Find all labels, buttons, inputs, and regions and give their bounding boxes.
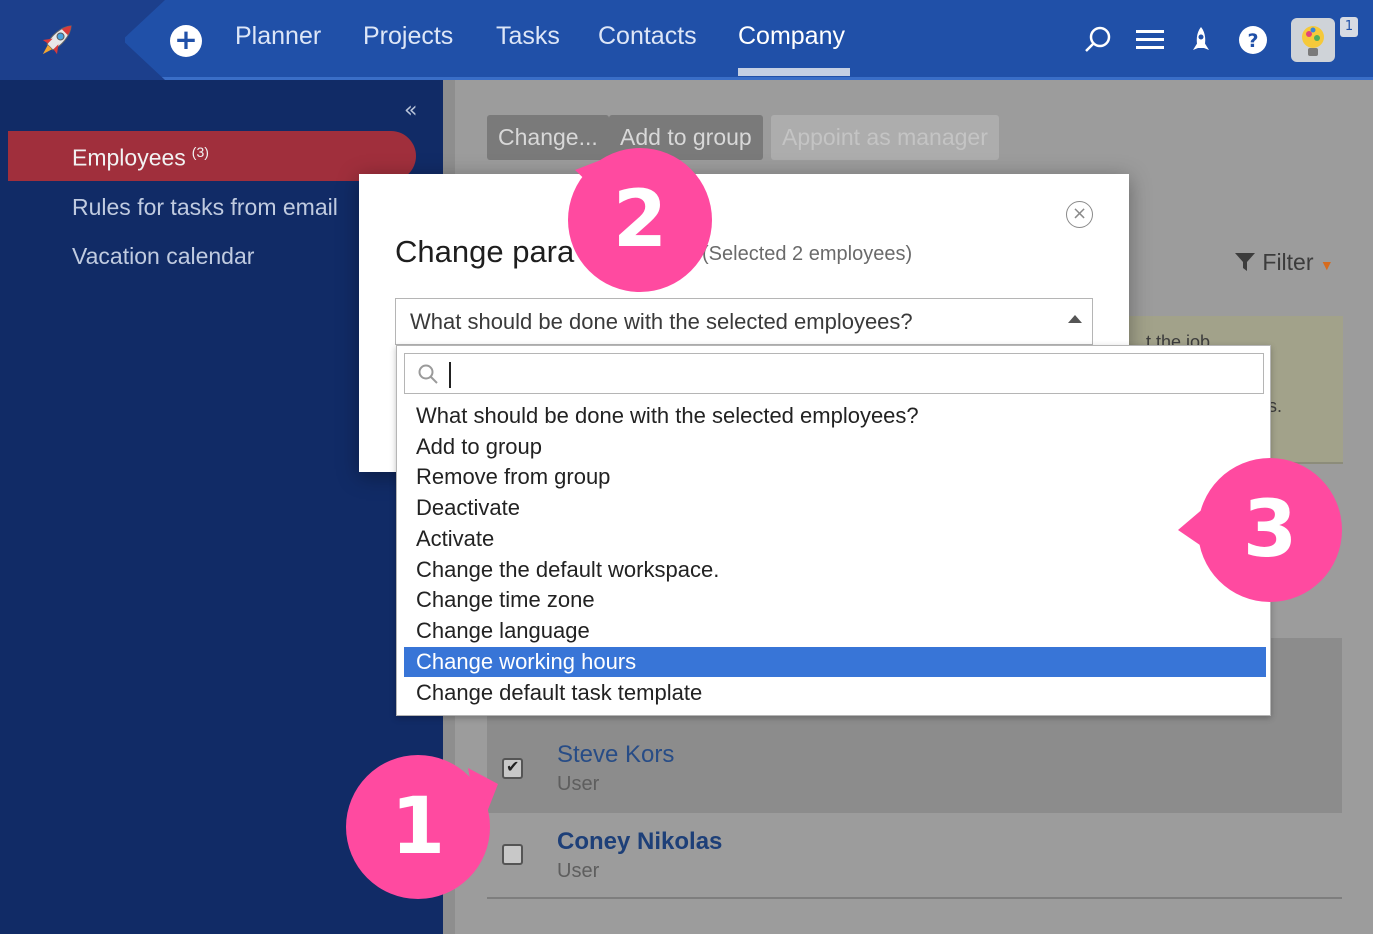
logo-arrow-shape <box>120 0 165 80</box>
dropdown-option[interactable]: Add to group <box>404 432 1266 462</box>
add-plus-icon[interactable]: + <box>170 25 202 57</box>
change-button[interactable]: Change... <box>487 115 609 160</box>
close-icon[interactable]: × <box>1066 201 1093 228</box>
nav-planner[interactable]: Planner <box>235 22 321 51</box>
caret-up-icon <box>1068 315 1082 323</box>
rocket-logo-icon[interactable] <box>33 16 81 64</box>
dropdown-option[interactable]: Change time zone <box>404 585 1266 615</box>
modal-title: Change para <box>395 234 575 269</box>
employee-count-badge: (3) <box>191 144 209 160</box>
text-cursor <box>449 362 451 388</box>
callout-badge-3: 3 <box>1198 458 1342 602</box>
sidebar-item-employees[interactable]: Employees (3) <box>72 144 209 172</box>
row-divider <box>487 897 1342 899</box>
nav-projects[interactable]: Projects <box>363 22 453 51</box>
nav-tasks[interactable]: Tasks <box>496 22 560 51</box>
logo-area <box>0 0 125 80</box>
dropdown-option[interactable]: Remove from group <box>404 462 1266 492</box>
employee-name-link[interactable]: Steve Kors <box>557 741 674 769</box>
active-tab-underline <box>738 68 850 76</box>
filter-button[interactable]: Filter ▼ <box>1234 249 1334 276</box>
dropdown-option[interactable]: Activate <box>404 524 1266 554</box>
employee-role: User <box>557 860 600 882</box>
search-icon <box>418 364 438 384</box>
funnel-icon <box>1235 253 1255 271</box>
action-dropdown: What should be done with the selected em… <box>396 345 1271 716</box>
employee-checkbox-steve[interactable] <box>502 757 523 779</box>
svg-text:?: ? <box>1247 30 1258 52</box>
top-navigation-bar: + Planner Projects Tasks Contacts Compan… <box>0 0 1373 80</box>
dropdown-option[interactable]: Deactivate <box>404 493 1266 523</box>
menu-icon[interactable] <box>1134 24 1166 56</box>
modal-subtitle: (Selected 2 employees) <box>702 243 913 265</box>
callout-badge-2: 2 <box>568 148 712 292</box>
sidebar-item-rules-for-tasks[interactable]: Rules for tasks from email <box>72 194 338 221</box>
user-avatar[interactable] <box>1291 18 1335 62</box>
dropdown-search-input[interactable] <box>404 353 1264 394</box>
filter-caret-icon: ▼ <box>1319 257 1334 273</box>
rocket-icon[interactable] <box>1185 24 1217 56</box>
dropdown-option[interactable]: What should be done with the selected em… <box>404 401 1266 431</box>
dropdown-option-selected[interactable]: Change working hours <box>404 647 1266 677</box>
dropdown-option[interactable]: Change default task template <box>404 678 1266 708</box>
callout-badge-1: 1 <box>346 755 490 899</box>
nav-contacts[interactable]: Contacts <box>598 22 697 51</box>
collapse-sidebar-icon[interactable]: « <box>404 98 417 123</box>
employee-checkbox-coney[interactable] <box>502 844 523 865</box>
notification-badge: 1 <box>1340 17 1358 37</box>
filter-label: Filter <box>1262 249 1314 275</box>
action-select[interactable]: What should be done with the selected em… <box>395 298 1093 345</box>
help-icon[interactable]: ? <box>1237 24 1269 56</box>
dropdown-option[interactable]: Change the default workspace. <box>404 555 1266 585</box>
active-item-highlight <box>8 131 416 181</box>
dropdown-option[interactable]: Change language <box>404 616 1266 646</box>
nav-company[interactable]: Company <box>738 22 845 51</box>
search-icon[interactable] <box>1082 24 1114 56</box>
sidebar-item-vacation-calendar[interactable]: Vacation calendar <box>72 243 254 270</box>
appoint-manager-button[interactable]: Appoint as manager <box>771 115 999 160</box>
employee-role: User <box>557 773 600 795</box>
select-value: What should be done with the selected em… <box>410 309 913 334</box>
employee-name-link[interactable]: Coney Nikolas <box>557 828 722 856</box>
sidebar-item-label: Employees <box>72 144 186 171</box>
lightbulb-avatar-icon <box>1302 26 1324 56</box>
